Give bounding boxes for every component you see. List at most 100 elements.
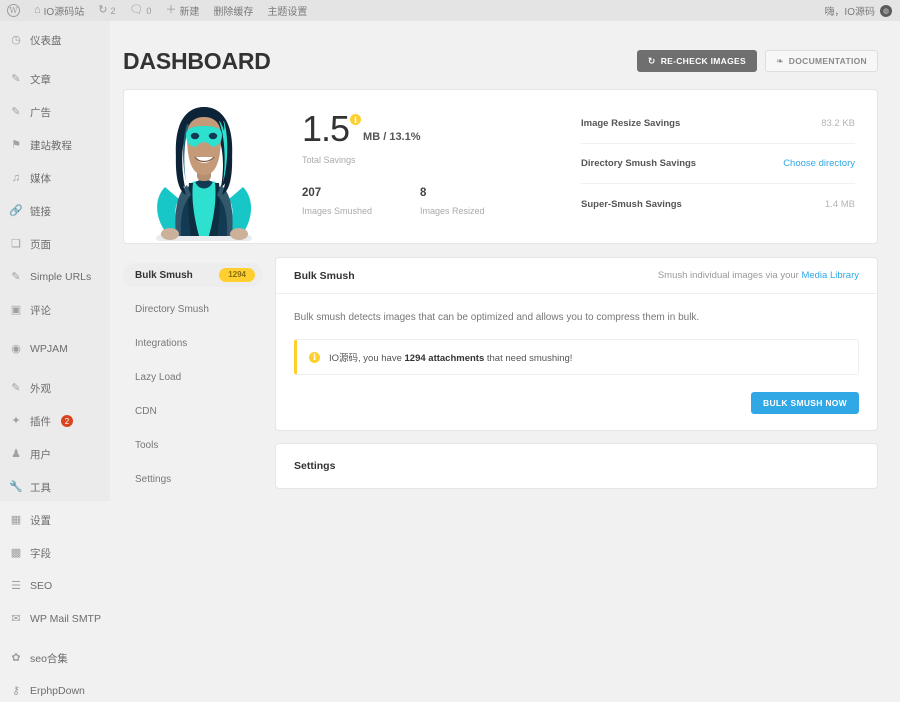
total-savings-row: 1.5 i MB / 13.1% [302,110,567,146]
sidebar-item-4[interactable]: ♫ 媒体 [0,167,110,189]
admin-bar-account[interactable]: 嗨，IO源码 ◍ [824,3,900,18]
admin-bar-theme-settings[interactable]: 主题设置 [260,0,314,21]
sidebar-item-label: 文章 [30,73,51,86]
documentation-button[interactable]: ❧ DOCUMENTATION [764,50,878,72]
sidebar-item-10[interactable]: ✎ 外观 [0,377,110,399]
super-smush-savings-label: Super-Smush Savings [581,198,682,210]
mini-stats: 207 Images Smushed 8 Images Resized [302,187,567,216]
admin-bar-wp-logo[interactable]: W [0,0,27,21]
admin-bar-site-name[interactable]: ⌂ IO源码站 [27,0,91,21]
bulk-smush-card: Bulk Smush Smush individual images via y… [275,257,878,431]
sidebar-item-7[interactable]: ✎ Simple URLs [0,266,110,288]
admin-bar-clear-cache[interactable]: 删除缓存 [206,0,260,21]
sidebar-item-label: seo合集 [30,652,68,665]
sidebar-item-9[interactable]: ◉ WPJAM [0,338,110,360]
site-name-label: IO源码站 [43,7,85,18]
tab-label: Settings [135,473,172,485]
tab-directory-smush[interactable]: Directory Smush [123,297,263,321]
sidebar-item-12[interactable]: ♟ 用户 [0,443,110,465]
sidebar-item-label: Simple URLs [30,271,92,283]
smush-superhero-icon [156,107,252,241]
recheck-images-button[interactable]: ↻ RE-CHECK IMAGES [636,50,757,72]
sidebar-item-17[interactable]: ✉ WP Mail SMTP [0,608,110,630]
mail-smtp-icon: ✉ [11,612,21,625]
ads-icon: ✎ [11,105,21,118]
tab-label: Bulk Smush [135,269,193,281]
sidebar-item-2[interactable]: ✎ 广告 [0,101,110,123]
sidebar-item-label: 建站教程 [30,139,72,152]
seo-collection-icon: ✿ [11,651,21,664]
summary-card: 1.5 i MB / 13.1% Total Savings 207 Image… [123,89,878,244]
sidebar-item-11[interactable]: ✦ 插件 2 [0,410,110,432]
sidebar-item-3[interactable]: ⚑ 建站教程 [0,134,110,156]
savings-breakdown: Image Resize Savings 83.2 KB Directory S… [567,90,877,243]
theme-settings-label: 主题设置 [267,7,308,18]
stat-images-resized: 8 Images Resized [420,187,538,216]
content-body: Bulk Smush 1294 Directory Smush Integration… [123,257,878,501]
admin-bar-comments[interactable]: 🗨 0 [122,0,158,21]
directory-smush-savings-label: Directory Smush Savings [581,158,697,169]
bulk-smush-body: Bulk smush detects images that can be op… [276,294,877,430]
sidebar-item-label: 链接 [30,205,51,218]
tab-tools[interactable]: Tools [123,433,263,457]
tab-integrations[interactable]: Integrations [123,331,263,355]
main-content: DASHBOARD ↻ RE-CHECK IMAGES ❧ DOCUMENTAT… [110,21,900,501]
savings-row: Super-Smush Savings 1.4 MB [581,184,855,224]
media-library-link[interactable]: Media Library [801,270,859,281]
sidebar-item-13[interactable]: 🔧 工具 [0,476,110,498]
notice-count: 1294 attachments [404,353,485,364]
plugin-tab-list: Bulk Smush 1294 Directory Smush Integration… [123,257,263,501]
images-smushed-label: Images Smushed [302,206,373,217]
attachments-notice-text: IO源码, you have 1294 attachments that nee… [329,350,572,364]
settings-card-title: Settings [294,460,336,472]
tab-cdn[interactable]: CDN [123,399,263,423]
sidebar-item-14[interactable]: ▦ 设置 [0,509,110,531]
sidebar-item-19[interactable]: ⚷ ErphpDown [0,680,110,702]
dashboard-icon: ◷ [11,33,21,46]
pages-icon: ❏ [11,237,21,250]
admin-bar-new[interactable]: ＋ 新建 [158,0,206,21]
admin-bar: W ⌂ IO源码站 ↻ 2 🗨 0 ＋ 新建 删除缓存 主题设置 嗨，IO源码 … [0,0,900,21]
tab-label: Directory Smush [135,303,209,315]
admin-sidebar: ◷ 仪表盘 ✎ 文章 ✎ 广告 ⚑ 建站教程 ♫ 媒体 🔗 链接 ❏ 页面 ✎ Simple URLs ▣ 评论 ◉… [0,21,110,697]
sidebar-item-1[interactable]: ✎ 文章 [0,68,110,90]
info-icon[interactable]: i [350,114,362,125]
appearance-icon: ✎ [11,381,21,394]
header-actions: ↻ RE-CHECK IMAGES ❧ DOCUMENTATION [636,50,878,72]
sidebar-item-label: 用户 [30,448,51,461]
update-icon: ↻ [98,4,108,16]
total-savings-label: Total Savings [302,155,356,166]
home-icon: ⌂ [34,4,41,16]
sidebar-item-6[interactable]: ❏ 页面 [0,233,110,255]
documentation-label: DOCUMENTATION [788,56,867,66]
sidebar-item-label: 媒体 [30,172,51,185]
notice-suffix: that need smushing! [484,353,573,364]
bulk-smush-footer: BULK SMUSH NOW [294,392,859,414]
sidebar-item-label: 插件 [30,415,51,428]
book-icon: ❧ [775,55,784,66]
sidebar-item-15[interactable]: ▩ 字段 [0,542,110,564]
images-resized-label: Images Resized [420,206,485,217]
comments-icon: ▣ [10,303,22,316]
sidebar-item-18[interactable]: ✿ seo合集 [0,647,110,669]
sidebar-item-label: 广告 [30,106,51,119]
sidebar-item-5[interactable]: 🔗 链接 [0,200,110,222]
admin-bar-updates[interactable]: ↻ 2 [91,0,122,21]
wpjam-icon: ◉ [11,342,21,355]
hero-illustration [124,90,284,243]
sidebar-item-0[interactable]: ◷ 仪表盘 [0,29,110,51]
tab-lazy-load[interactable]: Lazy Load [123,365,263,389]
wordpress-logo-icon: W [7,4,20,17]
simple-urls-icon: ✎ [11,270,21,283]
choose-directory-link[interactable]: Choose directory [783,158,855,169]
tab-settings[interactable]: Settings [123,467,263,491]
bulk-smush-header: Bulk Smush Smush individual images via y… [276,258,877,294]
bulk-smush-description: Bulk smush detects images that can be op… [294,312,700,323]
page-header: DASHBOARD ↻ RE-CHECK IMAGES ❧ DOCUMENTAT… [110,21,900,81]
tab-bulk-smush[interactable]: Bulk Smush 1294 [123,263,263,287]
sidebar-item-16[interactable]: ☰ SEO [0,575,110,597]
bulk-smush-now-button[interactable]: BULK SMUSH NOW [751,392,859,414]
total-savings-block: 1.5 i MB / 13.1% Total Savings 207 Image… [284,90,567,243]
posts-icon: ✎ [11,72,21,85]
sidebar-item-8[interactable]: ▣ 评论 [0,299,110,321]
